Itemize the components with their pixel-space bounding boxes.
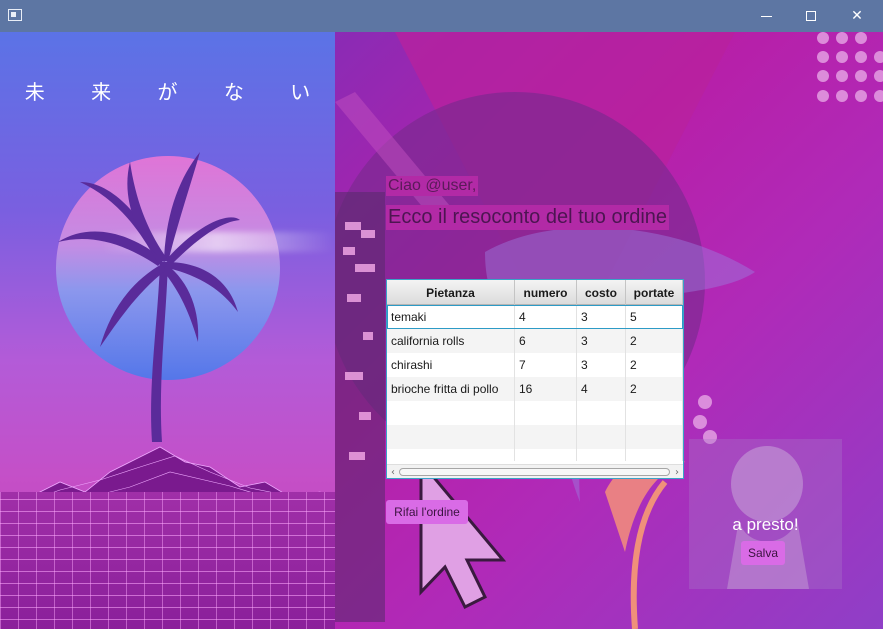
greeting-label: Ciao @user, <box>386 176 479 196</box>
table-cell <box>515 401 577 425</box>
empty-table-row <box>387 401 683 425</box>
left-art-panel: 未 来 が な い <box>0 32 335 629</box>
table-row[interactable]: brioche fritta di pollo 16 4 2 <box>387 377 683 401</box>
table-cell <box>387 449 515 461</box>
minimize-icon <box>760 15 772 17</box>
artwork-title: 未 来 が な い <box>24 80 331 104</box>
table-cell: 5 <box>626 305 683 329</box>
column-header-costo[interactable]: costo <box>577 280 626 305</box>
table-cell <box>577 449 626 461</box>
table-cell <box>515 425 577 449</box>
table-cell: 2 <box>626 353 683 377</box>
table-cell: 4 <box>515 305 577 329</box>
maximize-button[interactable] <box>788 0 834 32</box>
table-row[interactable]: california rolls 6 3 2 <box>387 329 683 353</box>
table-cell: 4 <box>577 377 626 401</box>
scroll-right-arrow-icon[interactable]: › <box>671 466 683 478</box>
column-header-numero[interactable]: numero <box>515 280 577 305</box>
table-cell <box>515 449 577 461</box>
table-cell: chirashi <box>387 353 515 377</box>
farewell-label: a presto! <box>732 515 799 534</box>
table-cell <box>577 401 626 425</box>
table-row[interactable]: temaki 4 3 5 <box>387 305 683 329</box>
table-cell: 3 <box>577 305 626 329</box>
table-cell <box>387 401 515 425</box>
close-icon: ✕ <box>851 8 863 24</box>
column-header-portate[interactable]: portate <box>626 280 683 305</box>
table-cell <box>626 401 683 425</box>
table-cell <box>577 425 626 449</box>
table-cell: 7 <box>515 353 577 377</box>
title-bar: ✕ <box>0 0 883 32</box>
table-cell: 16 <box>515 377 577 401</box>
redo-order-button[interactable]: Rifai l'ordine <box>386 500 468 524</box>
farewell-panel: a presto! Salva <box>689 439 842 589</box>
order-summary-heading: Ecco il resoconto del tuo ordine <box>386 205 670 230</box>
maximize-icon <box>806 11 816 21</box>
table-cell: 2 <box>626 329 683 353</box>
statue-image <box>727 446 809 589</box>
table-cell: california rolls <box>387 329 515 353</box>
minimize-button[interactable] <box>743 0 789 32</box>
table-row[interactable]: chirashi 7 3 2 <box>387 353 683 377</box>
empty-table-row <box>387 425 683 449</box>
table-cell: temaki <box>387 305 515 329</box>
wireframe-grid-floor <box>0 492 335 629</box>
table-cell <box>387 425 515 449</box>
table-cell: 3 <box>577 353 626 377</box>
scroll-left-arrow-icon[interactable]: ‹ <box>387 466 399 478</box>
horizontal-scrollbar[interactable]: ‹ › <box>387 464 683 478</box>
scrollbar-thumb[interactable] <box>399 468 670 476</box>
table-header: Pietanza numero costo portate <box>387 280 683 305</box>
palm-tree-image <box>58 152 240 442</box>
table-cell: 6 <box>515 329 577 353</box>
app-icon <box>8 9 22 21</box>
table-body: temaki 4 3 5 california rolls 6 3 2 chir… <box>387 305 683 461</box>
order-table[interactable]: Pietanza numero costo portate temaki 4 3… <box>386 279 684 479</box>
table-cell: 3 <box>577 329 626 353</box>
table-cell <box>626 425 683 449</box>
right-content-panel: Ciao @user, Ecco il resoconto del tuo or… <box>335 32 883 629</box>
save-button[interactable]: Salva <box>741 541 785 565</box>
close-button[interactable]: ✕ <box>834 0 880 32</box>
table-cell <box>626 449 683 461</box>
table-cell: 2 <box>626 377 683 401</box>
table-cell: brioche fritta di pollo <box>387 377 515 401</box>
empty-table-row <box>387 449 683 461</box>
column-header-pietanza[interactable]: Pietanza <box>387 280 515 305</box>
